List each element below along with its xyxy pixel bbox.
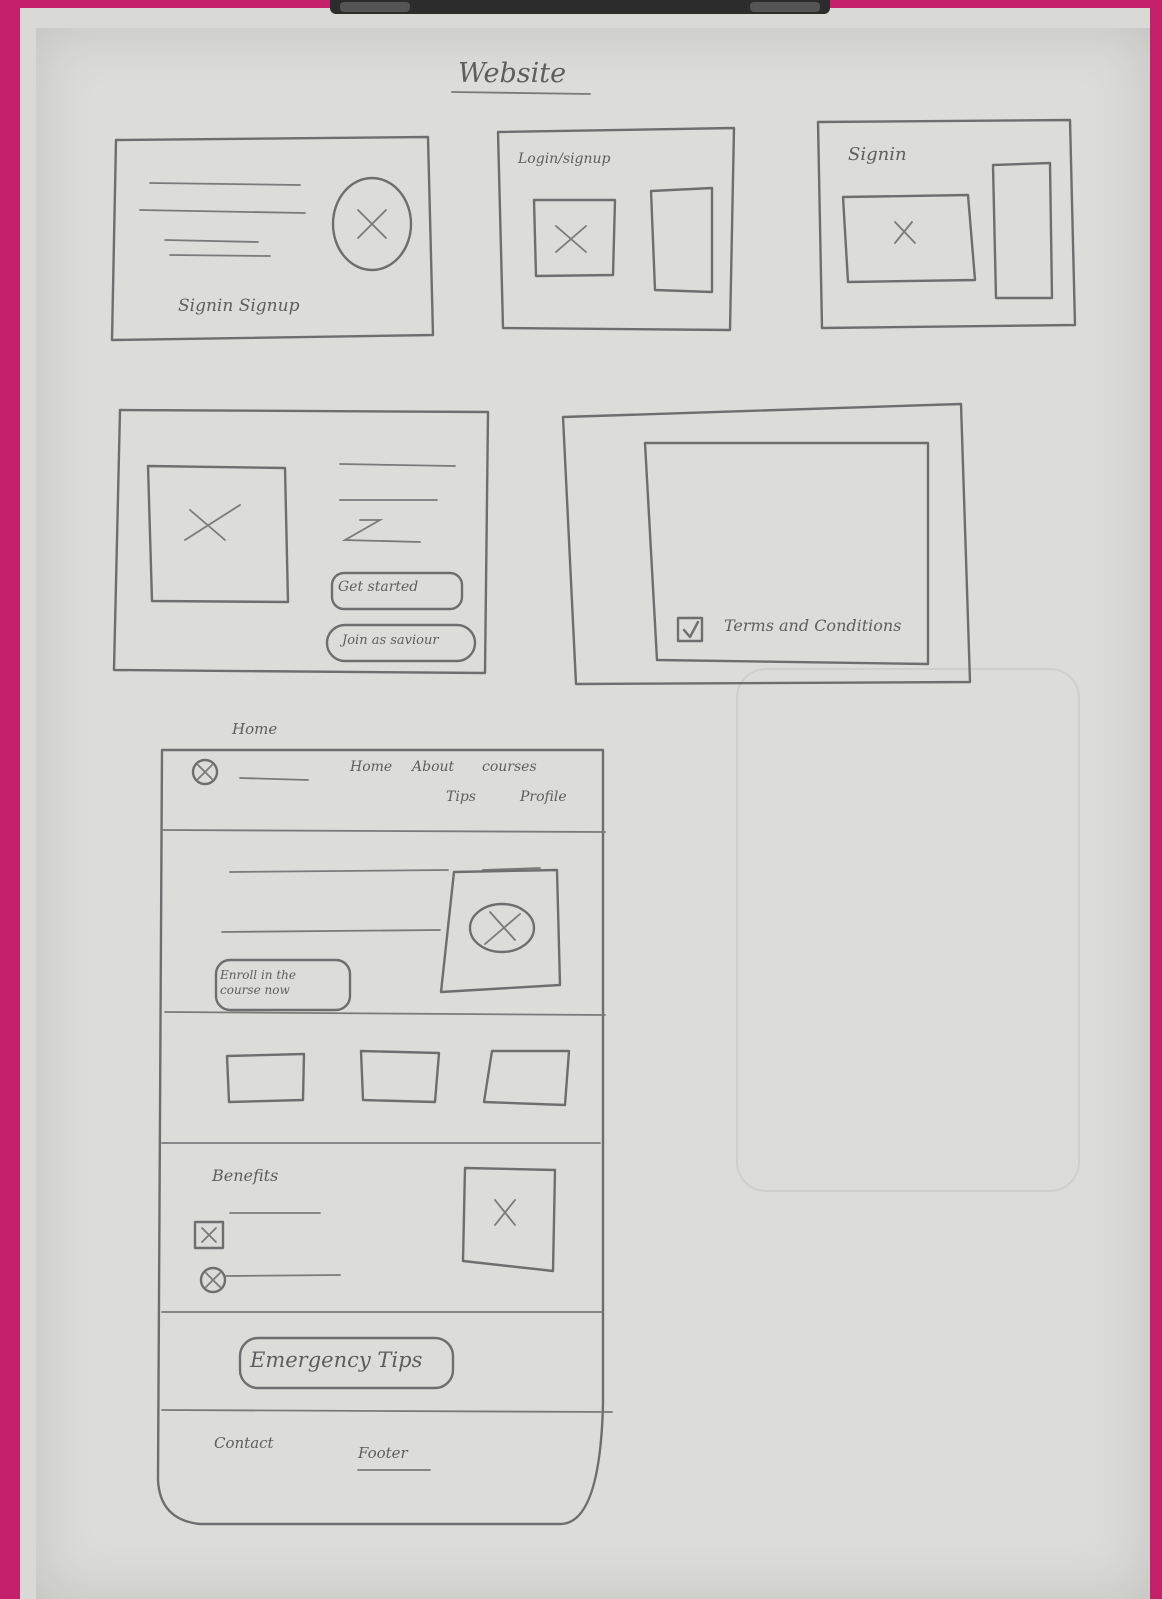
signin-form-panel <box>991 161 1054 300</box>
emergency-tips-button[interactable]: Emergency Tips <box>250 1350 422 1371</box>
nav-home[interactable]: Home <box>350 760 392 774</box>
get-started-button[interactable]: Get started <box>338 580 418 594</box>
signin-image-placeholder <box>841 193 977 284</box>
course-card <box>359 1049 441 1104</box>
frame-home <box>156 748 613 1526</box>
wireframe-sketch <box>110 91 1077 1526</box>
course-card <box>482 1049 571 1107</box>
nav-tips[interactable]: Tips <box>446 790 476 804</box>
nav-courses[interactable]: courses <box>482 760 537 774</box>
footer-contact-link[interactable]: Contact <box>214 1436 274 1451</box>
join-as-saviour-button[interactable]: Join as saviour <box>342 634 439 647</box>
course-card <box>225 1052 306 1104</box>
nav-profile[interactable]: Profile <box>520 790 567 804</box>
benefits-image-placeholder <box>461 1166 557 1273</box>
enroll-button[interactable]: Enroll in the course now <box>220 968 340 998</box>
frame-terms <box>561 402 972 686</box>
nav-about[interactable]: About <box>412 760 454 774</box>
terms-label: Terms and Conditions <box>724 616 902 635</box>
splash-label: Signin Signup <box>178 296 300 316</box>
signin-frame-title: Signin <box>848 144 907 165</box>
benefits-title: Benefits <box>212 1166 279 1185</box>
home-frame-label: Home <box>232 720 278 738</box>
login-frame-title: Login/signup <box>518 151 611 167</box>
login-form-panel <box>649 186 714 294</box>
footer-label: Footer <box>358 1444 408 1462</box>
title-underline <box>451 91 591 95</box>
page-title: Website <box>458 58 567 89</box>
checkmark <box>682 620 700 639</box>
login-image-placeholder <box>532 198 617 278</box>
